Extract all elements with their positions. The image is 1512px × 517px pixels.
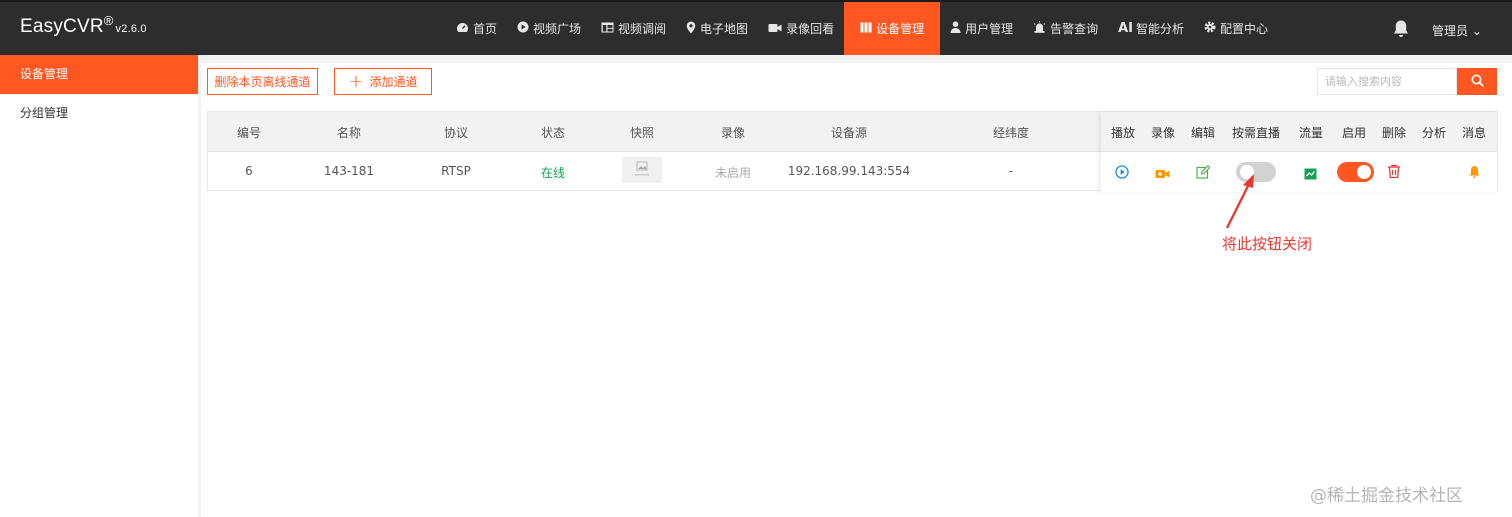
cell-id: 6 [245, 164, 253, 178]
col-on-demand: 按需直播 [1231, 126, 1281, 140]
search-button[interactable] [1457, 68, 1497, 95]
col-edit: 编辑 [1190, 126, 1216, 140]
ai-icon: AI [1118, 21, 1134, 36]
nav-ai-analysis-label: 智能分析 [1136, 22, 1185, 36]
sidebar-item-group-management[interactable]: 分组管理 [0, 94, 198, 133]
delete-offline-channels-button[interactable]: 删除本页离线通道 [207, 68, 318, 95]
col-analysis: 分析 [1421, 126, 1447, 140]
brand-registered: ® [103, 13, 114, 28]
action-header: 播放 录像 编辑 按需直播 流量 启用 删除 分析 消息 [1101, 112, 1497, 152]
nav-playback[interactable]: 录像回看 [758, 2, 844, 55]
bell-icon[interactable] [1392, 19, 1410, 39]
brand-version: v2.6.0 [115, 23, 147, 35]
nav-config-center-label: 配置中心 [1220, 22, 1269, 36]
app-logo[interactable]: EasyCVR®v2.6.0 [20, 13, 147, 38]
plus-icon: + [348, 70, 364, 92]
video-camera-icon [768, 22, 782, 36]
dashboard-icon [456, 22, 469, 36]
col-traffic: 流量 [1298, 126, 1324, 140]
col-protocol: 协议 [443, 126, 469, 140]
enable-toggle[interactable] [1337, 162, 1374, 182]
nav-home[interactable]: 首页 [446, 2, 507, 55]
cell-record-status: 未启用 [714, 166, 752, 180]
col-snapshot: 快照 [629, 126, 655, 140]
search-icon [1471, 72, 1484, 91]
nav-map[interactable]: 电子地图 [676, 2, 758, 55]
cell-latlng: - [1008, 164, 1014, 178]
device-icon [860, 22, 872, 36]
nav-home-label: 首页 [473, 22, 498, 36]
nav-alarm-label: 告警查询 [1050, 22, 1099, 36]
col-source: 设备源 [830, 126, 868, 140]
device-table: 编号 名称 协议 状态 快照 录像 设备源 经纬度 6 143-181 RTSP… [207, 111, 1498, 192]
nav-video-square[interactable]: 视频广场 [507, 2, 591, 55]
cell-name: 143-181 [323, 164, 375, 178]
nav-video-square-label: 视频广场 [533, 22, 582, 36]
nav-ai-analysis[interactable]: AI 智能分析 [1108, 2, 1194, 55]
col-delete: 删除 [1381, 126, 1407, 140]
col-id: 编号 [236, 126, 262, 140]
layout-icon [601, 22, 614, 36]
play-icon[interactable] [1115, 164, 1131, 180]
play-circle-icon [517, 21, 529, 36]
user-icon [950, 21, 961, 36]
col-play: 播放 [1110, 126, 1136, 140]
snapshot-thumbnail[interactable] [622, 157, 662, 183]
col-latlng: 经纬度 [992, 126, 1030, 140]
traffic-chart-icon[interactable] [1304, 165, 1320, 181]
status-badge: 在线 [540, 166, 566, 180]
sidebar: 设备管理 分组管理 [0, 55, 198, 517]
annotation-arrow [1225, 174, 1254, 229]
nav-map-label: 电子地图 [700, 22, 749, 36]
edit-icon[interactable] [1196, 164, 1212, 180]
col-name: 名称 [336, 126, 362, 140]
brand-name: EasyCVR [20, 16, 104, 37]
user-menu[interactable]: 管理员 ⌄ [1432, 22, 1482, 39]
annotation-text: 将此按钮关闭 [1222, 235, 1313, 253]
main-nav: 首页 视频广场 视频调阅 电子地图 录像回看 设备管理 用户管理 告警查询 AI… [446, 2, 1278, 55]
gear-icon [1204, 21, 1216, 36]
nav-video-view-label: 视频调阅 [618, 22, 667, 36]
nav-alarm[interactable]: 告警查询 [1023, 2, 1108, 55]
trash-icon[interactable] [1387, 164, 1403, 180]
map-pin-icon [686, 21, 696, 37]
sidebar-item-device-management[interactable]: 设备管理 [0, 55, 198, 94]
col-status: 状态 [540, 126, 566, 140]
search-input[interactable] [1317, 68, 1457, 95]
add-channel-label: 添加通道 [369, 75, 418, 89]
nav-user-management-label: 用户管理 [965, 22, 1014, 36]
video-camera-icon[interactable] [1155, 165, 1171, 181]
nav-playback-label: 录像回看 [786, 22, 835, 36]
nav-user-management[interactable]: 用户管理 [940, 2, 1023, 55]
top-navbar: EasyCVR®v2.6.0 首页 视频广场 视频调阅 电子地图 录像回看 设备… [0, 0, 1512, 55]
nav-video-view[interactable]: 视频调阅 [591, 2, 676, 55]
watermark: @稀土掘金技术社区 [1310, 486, 1463, 506]
action-columns: 播放 录像 编辑 按需直播 流量 启用 删除 分析 消息 [1101, 112, 1497, 192]
nav-device-management[interactable]: 设备管理 [844, 2, 941, 55]
alarm-icon [1033, 21, 1046, 36]
main-content: 删除本页离线通道 + 添加通道 编号 名称 协议 状态 快照 录像 设备源 经纬… [201, 63, 1512, 517]
nav-config-center[interactable]: 配置中心 [1194, 2, 1278, 55]
nav-device-management-label: 设备管理 [876, 22, 925, 36]
cell-source: 192.168.99.143:554 [787, 164, 911, 178]
col-message: 消息 [1461, 126, 1487, 140]
cell-protocol: RTSP [441, 164, 471, 178]
image-placeholder-icon [635, 161, 649, 176]
add-channel-button[interactable]: + 添加通道 [334, 68, 432, 95]
message-bell-icon[interactable] [1468, 164, 1484, 180]
toggle-knob [1357, 165, 1371, 179]
col-record-action: 录像 [1150, 126, 1176, 140]
col-record: 录像 [720, 126, 746, 140]
col-enable: 启用 [1341, 126, 1367, 140]
